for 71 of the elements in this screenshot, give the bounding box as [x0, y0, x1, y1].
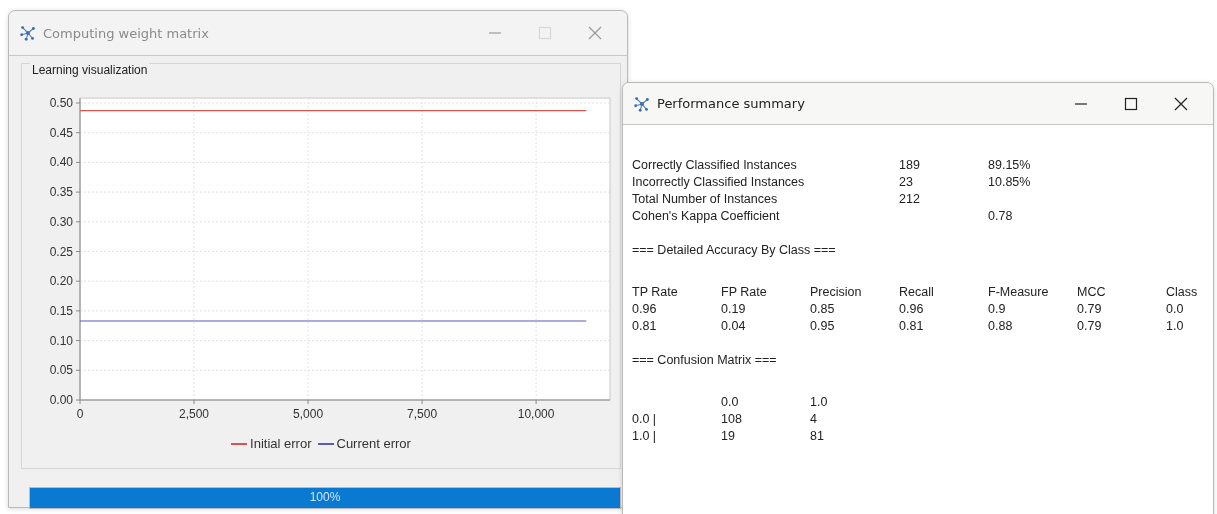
stat-value: 89.15% — [988, 157, 1032, 174]
stat-count: 212 — [899, 191, 921, 208]
window-title: Performance summary — [657, 96, 806, 111]
close-icon — [588, 26, 602, 40]
axis-tick-label: 2,500 — [179, 407, 210, 420]
column-header: MCC — [1077, 284, 1107, 301]
table-cell-text: 0.9 — [988, 301, 1007, 318]
network-icon — [19, 24, 37, 42]
table-cell-text: 0.95 — [810, 318, 836, 335]
group-title: Learning visualization — [30, 63, 150, 77]
progress-label: 100% — [308, 490, 342, 504]
table-cell-text: 0.79 — [1077, 318, 1103, 335]
minimize-icon — [488, 32, 502, 34]
axis-tick-label: 0.30 — [49, 214, 73, 229]
axis-tick-label: 0.20 — [49, 274, 73, 289]
maximize-icon — [1124, 96, 1138, 111]
stat-label: Total Number of Instances — [632, 191, 779, 208]
column-header: Precision — [810, 284, 863, 301]
column-header: 1.0 — [810, 394, 829, 411]
table-cell-text: 0.04 — [721, 318, 747, 335]
column-header: 0.0 — [721, 394, 740, 411]
minimize-icon — [1074, 102, 1088, 105]
axis-tick-label: 0 — [76, 407, 84, 420]
network-icon — [633, 94, 651, 113]
axis-tick-label: 0.50 — [49, 96, 73, 110]
table-cell-text: 0.88 — [988, 318, 1014, 335]
window-title: Computing weight matrix — [43, 25, 210, 41]
column-header: FP Rate — [721, 284, 768, 301]
column-header: Recall — [899, 284, 935, 301]
row-header: 1.0 | — [632, 428, 658, 445]
legend-label: Initial error — [250, 436, 312, 451]
stat-label: Cohen's Kappa Coefficient — [632, 208, 781, 225]
table-cell-text: 0.0 — [1166, 301, 1185, 318]
column-header: F-Measure — [988, 284, 1050, 301]
close-icon — [1174, 96, 1188, 111]
table-cell-text: 0.96 — [899, 301, 925, 318]
maximize-icon — [538, 26, 552, 40]
table-cell-text: 0.81 — [632, 318, 658, 335]
table-cell-text: 81 — [810, 428, 825, 445]
table-cell-text: 0.96 — [632, 301, 658, 318]
axis-tick-label: 0.35 — [49, 185, 73, 200]
axis-tick-label: 0.45 — [49, 125, 73, 140]
axis-tick-label: 0.05 — [49, 363, 73, 378]
axis-tick-label: 7,500 — [407, 407, 438, 420]
table-cell-text: 0.81 — [899, 318, 925, 335]
column-header: Class — [1166, 284, 1199, 301]
table-cell-text: 0.19 — [721, 301, 747, 318]
legend-label: Current error — [336, 436, 411, 451]
row-header: 0.0 | — [632, 411, 658, 428]
stat-value: 10.85% — [988, 174, 1032, 191]
section-heading: === Confusion Matrix === — [632, 352, 778, 369]
stat-value: 0.78 — [988, 208, 1014, 225]
table-cell-text: 19 — [721, 428, 736, 445]
table-cell-text: 4 — [810, 411, 818, 428]
axis-tick-label: 0.00 — [49, 393, 73, 407]
stat-count: 23 — [899, 174, 914, 191]
stat-count: 189 — [899, 157, 921, 174]
axis-tick-label: 10,000 — [517, 407, 555, 420]
stat-label: Incorrectly Classified Instances — [632, 174, 806, 191]
table-cell-text: 108 — [721, 411, 743, 428]
axis-tick-label: 0.25 — [49, 244, 73, 259]
table-cell-text: 1.0 — [1166, 318, 1185, 335]
axis-tick-label: 0.10 — [49, 333, 73, 348]
stat-label: Correctly Classified Instances — [632, 157, 798, 174]
table-cell-text: 0.85 — [810, 301, 836, 318]
axis-tick-label: 0.40 — [49, 155, 73, 170]
column-header: TP Rate — [632, 284, 679, 301]
axis-tick-label: 5,000 — [293, 407, 324, 420]
axis-tick-label: 0.15 — [49, 303, 73, 318]
table-cell-text: 0.79 — [1077, 301, 1103, 318]
section-heading: === Detailed Accuracy By Class === — [632, 242, 837, 259]
